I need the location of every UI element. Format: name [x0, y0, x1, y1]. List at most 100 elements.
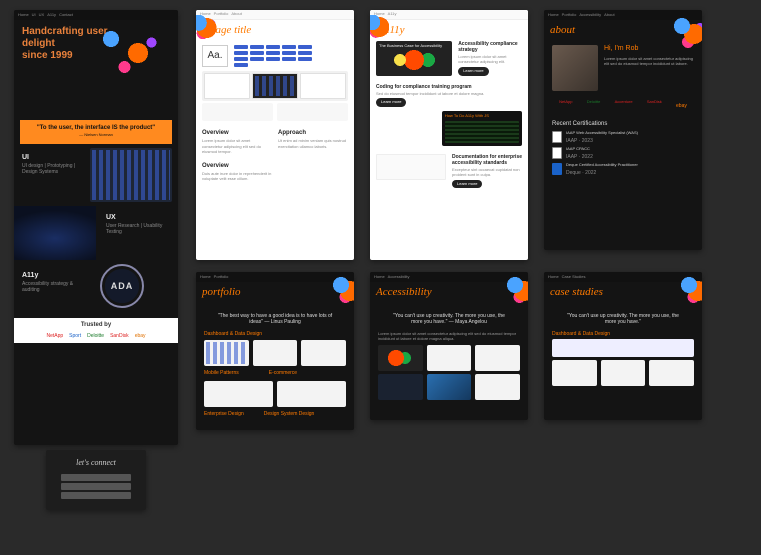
tile-ux[interactable]: UX User Research | Usability Testing: [106, 214, 170, 234]
logo-netapp: NetApp: [559, 99, 572, 105]
trusted-title: Trusted by: [14, 322, 178, 329]
tile-ux-sub: User Research | Usability Testing: [106, 223, 170, 235]
portfolio-shot[interactable]: [253, 340, 298, 366]
profile-photo: [552, 45, 598, 91]
page-title: Accessibility: [370, 282, 528, 303]
ada-graphic: ADA: [100, 264, 144, 308]
a11y-shot[interactable]: [378, 345, 423, 371]
portfolio-shot[interactable]: [204, 340, 249, 366]
a11y-shot[interactable]: [378, 374, 423, 400]
tile-a11y-sub: Accessibility strategy & auditing: [22, 281, 86, 293]
nav-item[interactable]: Case Studies: [562, 275, 586, 280]
a11y-shot[interactable]: [475, 345, 520, 371]
section-overview: Overview: [202, 130, 272, 137]
paint-splash: [506, 276, 528, 306]
nav-bar: Home Accessibility: [370, 272, 528, 282]
learn-more-button[interactable]: Learn more: [376, 98, 406, 107]
ui-mock-image: [90, 148, 172, 202]
cert-badge-icon: [552, 131, 562, 143]
paint-splash: [680, 276, 702, 306]
nav-item[interactable]: Home: [548, 275, 559, 280]
a11y-heading-docs: Documentation for enterprise accessibili…: [452, 154, 522, 166]
lorem: Sed do eiusmod tempor incididunt ut labo…: [376, 92, 522, 97]
code-block: [445, 121, 519, 143]
nav-bar: Home Portfolio: [196, 272, 354, 282]
group-title: Design System Design: [264, 411, 315, 417]
learn-more-button[interactable]: Learn more: [458, 67, 488, 76]
nav-item[interactable]: Portfolio: [214, 275, 229, 280]
lorem: Duis aute irure dolor in reprehenderit i…: [202, 171, 272, 181]
a11y-shot[interactable]: [427, 345, 472, 371]
name-input[interactable]: [61, 474, 131, 481]
a11y-heading-strategy: Accessibility compliance strategy: [458, 41, 522, 53]
color-swatches: [234, 45, 324, 67]
learn-more-button[interactable]: Learn more: [452, 180, 482, 189]
paint-splash: [196, 15, 217, 41]
nav-item[interactable]: Accessibility: [388, 275, 410, 280]
message-input[interactable]: [61, 492, 131, 499]
case-shot[interactable]: [601, 360, 646, 386]
page-quote: "The best way to have a good idea is to …: [215, 313, 335, 325]
thumb-a11y[interactable]: Home A11y a11y The Business Case for Acc…: [370, 10, 528, 260]
case-hero-shot[interactable]: [552, 339, 694, 357]
thumb-connect[interactable]: let's connect: [46, 450, 146, 510]
page-title: case studies: [544, 282, 702, 303]
nav-item[interactable]: A11y: [47, 13, 56, 18]
email-input[interactable]: [61, 483, 131, 490]
portfolio-shot[interactable]: [204, 381, 273, 407]
cert-sub: IAAP · 2023: [566, 138, 694, 144]
case-shot[interactable]: [552, 360, 597, 386]
doc-preview: [376, 154, 446, 180]
cert-item: Deque Certified Accessibility Practition…: [552, 163, 694, 176]
thumb-case-studies[interactable]: Home Case Studies case studies "You can'…: [544, 272, 702, 420]
a11y-card-business: The Business Case for Accessibility: [376, 41, 452, 75]
nav-item[interactable]: Home: [548, 13, 559, 18]
tile-ui[interactable]: UI UI design | Prototyping | Design Syst…: [22, 154, 82, 174]
case-shot[interactable]: [649, 360, 694, 386]
tile-a11y[interactable]: A11y Accessibility strategy & auditing: [22, 272, 86, 292]
cert-sub: IAAP · 2022: [566, 154, 694, 160]
design-canvas[interactable]: Home UI UX A11y Contact Handcrafting use…: [0, 0, 761, 555]
nav-bar: Home Case Studies: [544, 272, 702, 282]
portfolio-shot[interactable]: [301, 340, 346, 366]
rainbow-chart: [379, 49, 449, 71]
a11y-shot[interactable]: [475, 374, 520, 400]
tile-a11y-title: A11y: [22, 272, 86, 280]
cert-badge-icon: [552, 147, 562, 159]
card-title: The Business Case for Accessibility: [379, 44, 449, 49]
nav-item[interactable]: Home: [200, 275, 211, 280]
dashboard-previews: [202, 71, 348, 101]
page-title: page title: [196, 20, 354, 41]
cert-name: IAAP Web Accessibility Specialist (WAS): [566, 131, 694, 136]
lorem: Lorem ipsum dolor sit amet consectetur a…: [458, 55, 522, 65]
nav-item[interactable]: Home: [374, 275, 385, 280]
nav-item[interactable]: About: [231, 12, 241, 17]
chart-preview: [202, 103, 273, 121]
a11y-shot[interactable]: [427, 374, 472, 400]
page-quote: "You can't use up creativity. The more y…: [563, 313, 683, 325]
nav-item[interactable]: Home: [18, 13, 29, 18]
thumb-accessibility[interactable]: Home Accessibility Accessibility "You ca…: [370, 272, 528, 420]
thumb-portfolio[interactable]: Home Portfolio portfolio "The best way t…: [196, 272, 354, 430]
nav-item[interactable]: Portfolio: [562, 13, 577, 18]
page-quote: "You can't use up creativity. The more y…: [389, 313, 509, 325]
group-title: Mobile Patterns: [204, 370, 239, 376]
cert-title: Recent Certifications: [552, 121, 694, 128]
page-title: portfolio: [196, 282, 354, 303]
nav-item[interactable]: About: [604, 13, 614, 18]
thumb-page-title[interactable]: Home Portfolio About page title Aa.: [196, 10, 354, 260]
nav-item[interactable]: Accessibility: [579, 13, 601, 18]
logo-deloitte: Deloitte: [87, 333, 104, 339]
thumb-about[interactable]: Home Portfolio Accessibility About about…: [544, 10, 702, 250]
cert-item: IAAP CPACCIAAP · 2022: [552, 147, 694, 160]
nav-bar: Home A11y: [370, 10, 528, 20]
group-title: Enterprise Design: [204, 411, 244, 417]
nav-item[interactable]: UI: [32, 13, 36, 18]
nav-item[interactable]: Contact: [59, 13, 73, 18]
a11y-heading-training: Coding for compliance training program: [376, 84, 522, 90]
quote-text: "To the user, the interface IS the produ…: [37, 125, 155, 131]
nav-item[interactable]: UX: [39, 13, 45, 18]
logo-sandisk: SanDisk: [647, 99, 662, 105]
portfolio-shot[interactable]: [277, 381, 346, 407]
thumb-home[interactable]: Home UI UX A11y Contact Handcrafting use…: [14, 10, 178, 445]
